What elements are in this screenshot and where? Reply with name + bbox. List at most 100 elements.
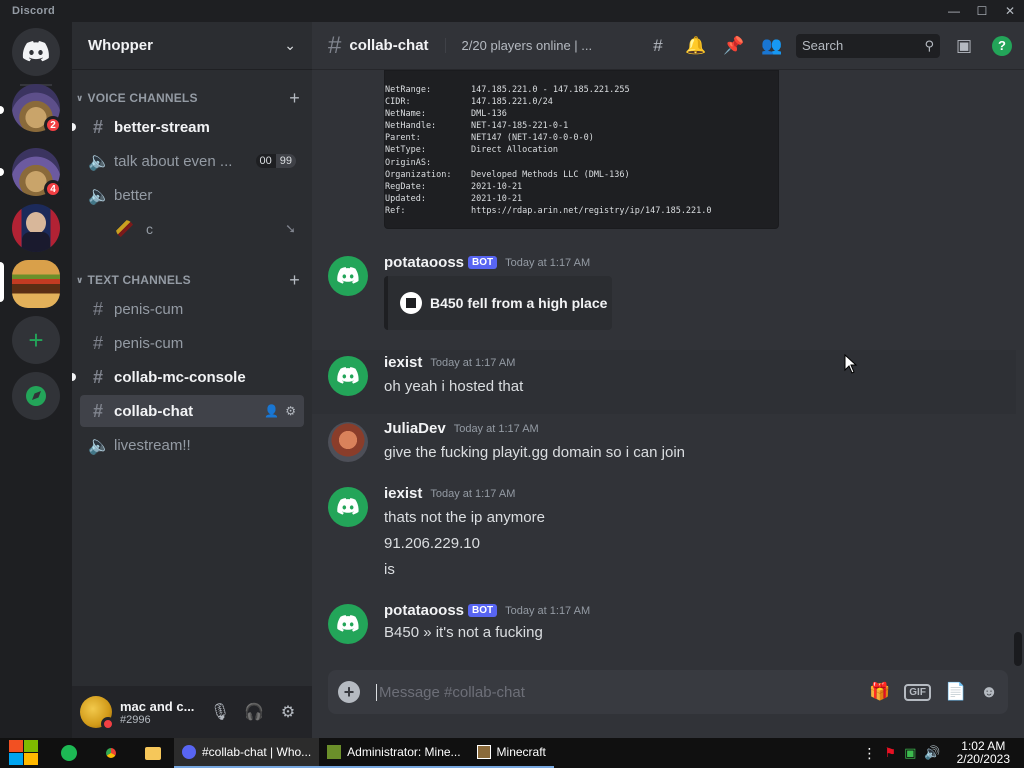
- clock-date: 2/20/2023: [956, 752, 1010, 766]
- category-voice[interactable]: ∨ VOICE CHANNELS +: [76, 88, 308, 108]
- voice-channel-livestream[interactable]: 🔈 livestream!!: [80, 429, 304, 461]
- channel-better-stream[interactable]: # better-stream: [72, 111, 304, 143]
- message-timestamp: Today at 1:17 AM: [505, 604, 591, 617]
- settings-gear-icon[interactable]: ⚙: [272, 696, 304, 728]
- server-icon-whopper[interactable]: [12, 260, 60, 308]
- discord-logo-icon: [337, 367, 359, 384]
- overflow-menu-icon[interactable]: ⋮: [862, 745, 876, 762]
- task-label: #collab-chat | Who...: [202, 745, 312, 759]
- network-icon[interactable]: ▣: [904, 745, 916, 761]
- code-key: Ref:: [385, 205, 406, 216]
- message-author[interactable]: potataooss: [384, 254, 464, 271]
- channel-sidebar: Whopper ⌄ ∨ VOICE CHANNELS + # better-st…: [72, 22, 312, 738]
- start-button[interactable]: [0, 738, 48, 768]
- minimize-button[interactable]: —: [940, 0, 968, 22]
- discord-logo-icon: [337, 498, 359, 515]
- chrome-icon[interactable]: [90, 738, 132, 768]
- embed-author-icon: [400, 292, 422, 314]
- clock[interactable]: 1:02 AM 2/20/2023: [949, 740, 1018, 766]
- code-key: NetRange:: [385, 85, 432, 95]
- microphone-icon[interactable]: 🎙: [204, 696, 236, 728]
- code-key: Parent:: [385, 133, 421, 144]
- avatar[interactable]: [328, 422, 368, 462]
- gear-icon[interactable]: ⚙: [285, 404, 296, 418]
- avatar[interactable]: [328, 487, 368, 527]
- unread-pill: [0, 168, 4, 176]
- help-icon[interactable]: ?: [988, 32, 1016, 60]
- create-channel-icon[interactable]: +: [289, 88, 300, 109]
- channel-collab-chat[interactable]: # collab-chat 👤 ⚙: [80, 395, 304, 427]
- sticker-icon[interactable]: 📄: [945, 682, 966, 702]
- taskbar-task-minecraft[interactable]: Minecraft: [468, 738, 554, 768]
- speaker-icon: 🔈: [88, 184, 111, 205]
- threads-icon[interactable]: #: [644, 32, 672, 60]
- mouse-cursor-icon: [844, 354, 858, 374]
- message-author[interactable]: JuliaDev: [384, 420, 446, 437]
- bot-badge: BOT: [468, 256, 498, 269]
- create-channel-icon[interactable]: +: [289, 270, 300, 291]
- message-input[interactable]: Message #collab-chat: [376, 683, 525, 701]
- pin-icon[interactable]: 📌: [720, 32, 748, 60]
- file-explorer-icon[interactable]: [132, 738, 174, 768]
- spotify-icon[interactable]: [48, 738, 90, 768]
- bell-icon[interactable]: 🔔: [682, 32, 710, 60]
- gift-icon[interactable]: 🎁: [869, 682, 890, 702]
- channel-topic[interactable]: 2/20 players online | ...: [444, 38, 599, 53]
- scrollbar-thumb[interactable]: [1014, 632, 1022, 666]
- os-taskbar: #collab-chat | Who... Administrator: Min…: [0, 738, 1024, 768]
- channel-penis-cum-2[interactable]: # penis-cum: [80, 327, 304, 359]
- taskbar-task-discord[interactable]: #collab-chat | Who...: [174, 738, 320, 768]
- flag-icon[interactable]: ⚑: [884, 745, 896, 761]
- search-icon: ⚲: [924, 37, 934, 53]
- close-button[interactable]: ✕: [996, 0, 1024, 22]
- unread-indicator: [72, 373, 76, 381]
- muted-mic-icon: ➘: [285, 221, 296, 236]
- category-text[interactable]: ∨ TEXT CHANNELS +: [76, 270, 308, 290]
- emoji-icon[interactable]: ☻: [980, 682, 998, 702]
- inbox-icon[interactable]: ▣: [950, 32, 978, 60]
- avatar[interactable]: [328, 356, 368, 396]
- member-list-icon[interactable]: 👥: [758, 32, 786, 60]
- code-value: https://rdap.arin.net/registry/ip/147.18…: [471, 205, 712, 216]
- channel-label: penis-cum: [114, 334, 184, 352]
- hash-icon: #: [328, 31, 342, 59]
- message-composer[interactable]: + Message #collab-chat 🎁 GIF 📄 ☻: [328, 670, 1008, 714]
- avatar[interactable]: [80, 696, 115, 731]
- voice-user-count: 00: [255, 154, 276, 168]
- message-author[interactable]: iexist: [384, 354, 422, 371]
- home-button[interactable]: [12, 28, 60, 76]
- add-server-button[interactable]: +: [12, 316, 60, 364]
- guild-header[interactable]: Whopper ⌄: [72, 22, 312, 70]
- unread-indicator: [72, 123, 76, 131]
- avatar[interactable]: [328, 256, 368, 296]
- message-timestamp: Today at 1:17 AM: [453, 422, 539, 435]
- volume-icon[interactable]: 🔊: [924, 745, 940, 761]
- channel-label: talk about even ...: [114, 152, 233, 170]
- message-timestamp: Today at 1:17 AM: [505, 256, 591, 269]
- voice-channel-better[interactable]: 🔈 better: [80, 179, 304, 211]
- server-icon-3[interactable]: [12, 204, 60, 252]
- upload-plus-icon[interactable]: +: [338, 681, 360, 703]
- channel-collab-mc-console[interactable]: # collab-mc-console: [72, 361, 304, 393]
- message-author[interactable]: iexist: [384, 485, 422, 502]
- taskbar-task-admin[interactable]: Administrator: Mine...: [319, 738, 469, 768]
- windows-logo-icon: [9, 740, 38, 765]
- avatar[interactable]: [328, 604, 368, 644]
- headphones-icon[interactable]: 🎧: [238, 696, 270, 728]
- chevron-down-icon: ∨: [76, 274, 84, 285]
- voice-member[interactable]: c ➘: [80, 213, 304, 245]
- maximize-button[interactable]: ☐: [968, 0, 996, 22]
- server-icon-2[interactable]: 4: [12, 148, 62, 198]
- discord-logo-icon: [182, 745, 196, 759]
- invite-icon[interactable]: 👤: [264, 404, 279, 418]
- voice-channel-talk[interactable]: 🔈 talk about even ... 00 99: [80, 145, 304, 177]
- chat-area: # collab-chat 2/20 players online | ... …: [312, 22, 1024, 738]
- hash-icon: #: [92, 332, 103, 353]
- channel-penis-cum-1[interactable]: # penis-cum: [80, 293, 304, 325]
- code-value: 147.185.221.0 - 147.185.221.255: [471, 85, 630, 95]
- explore-servers-button[interactable]: [12, 372, 60, 420]
- message-author[interactable]: potataooss: [384, 602, 464, 619]
- server-icon-1[interactable]: 2: [12, 84, 62, 134]
- search-input[interactable]: Search ⚲: [796, 33, 940, 58]
- gif-button[interactable]: GIF: [904, 683, 931, 701]
